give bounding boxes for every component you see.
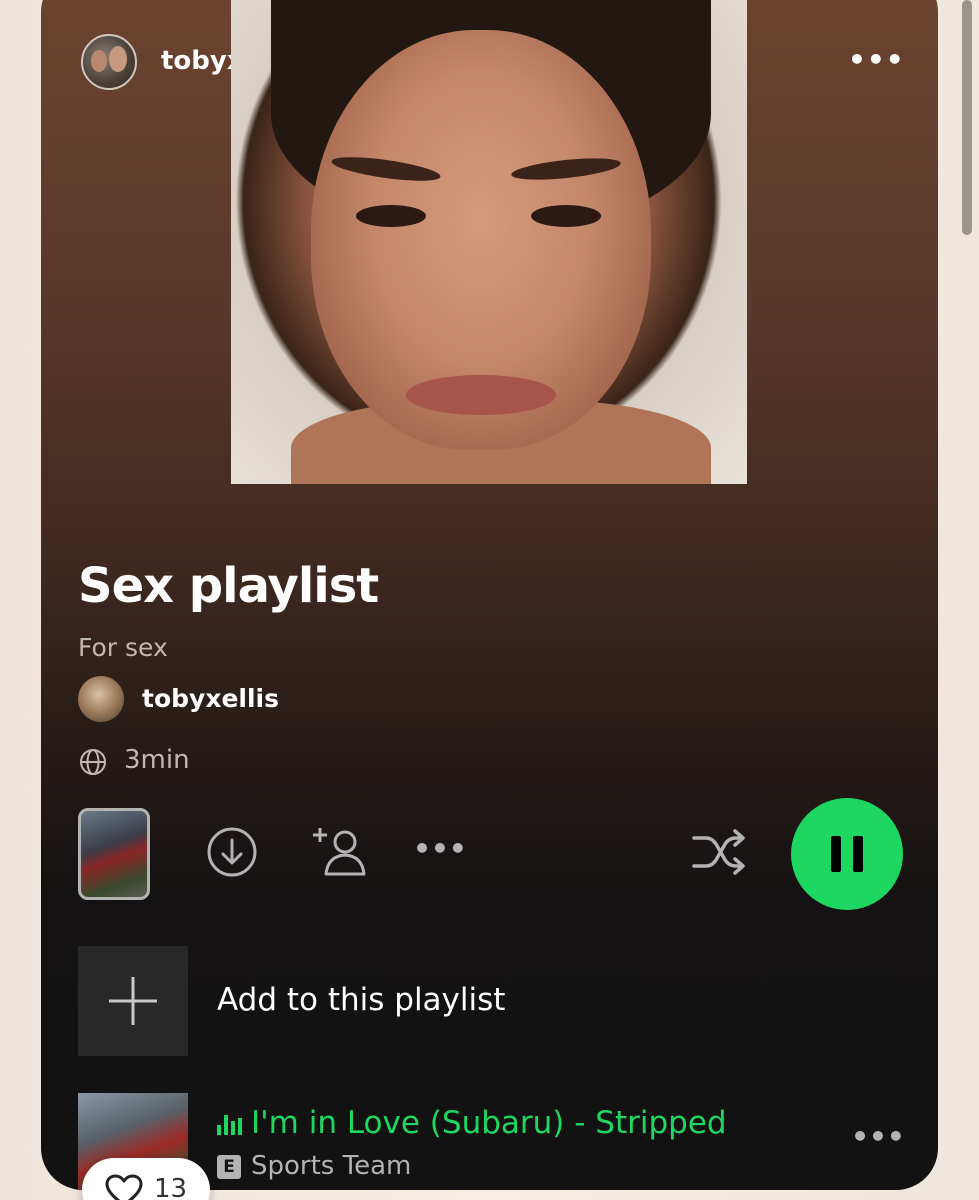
heart-icon [105,1174,143,1200]
track-artist[interactable]: E Sports Team [217,1151,411,1181]
pause-button[interactable] [791,798,903,910]
track-more-button[interactable]: ••• [848,1117,908,1157]
shuffle-icon[interactable] [690,826,748,878]
playlist-card: tobyxellis ••• Sex playlist For sex toby… [41,0,938,1190]
action-bar: ••• [78,798,908,910]
add-square[interactable] [78,946,188,1056]
playlist-cover-image [231,0,747,484]
scrollbar[interactable] [962,0,972,235]
explicit-badge: E [217,1155,241,1179]
track-title[interactable]: I'm in Love (Subaru) - Stripped [217,1105,727,1141]
playlist-title: Sex playlist [78,558,379,614]
like-count: 13 [154,1174,188,1200]
owner-name[interactable]: tobyxellis [142,684,279,713]
preview-thumbnail[interactable] [78,808,150,900]
globe-icon [80,749,106,775]
user-avatar[interactable] [81,34,137,90]
add-user-icon[interactable] [312,822,370,880]
plus-icon [109,977,157,1025]
like-button[interactable]: 13 [82,1158,210,1200]
playlist-duration: 3min [124,745,190,775]
owner-avatar[interactable] [78,676,124,722]
track-artist-text: Sports Team [251,1151,412,1181]
more-options-button[interactable]: ••• [848,40,904,80]
playlist-description: For sex [78,633,168,662]
pause-icon [831,836,841,872]
add-to-playlist-label[interactable]: Add to this playlist [217,982,505,1018]
track-title-text: I'm in Love (Subaru) - Stripped [251,1105,727,1141]
download-icon[interactable] [206,826,258,878]
more-actions-button[interactable]: ••• [410,824,470,874]
add-to-playlist-row[interactable]: Add to this playlist [78,946,898,1058]
now-playing-icon [217,1113,242,1135]
